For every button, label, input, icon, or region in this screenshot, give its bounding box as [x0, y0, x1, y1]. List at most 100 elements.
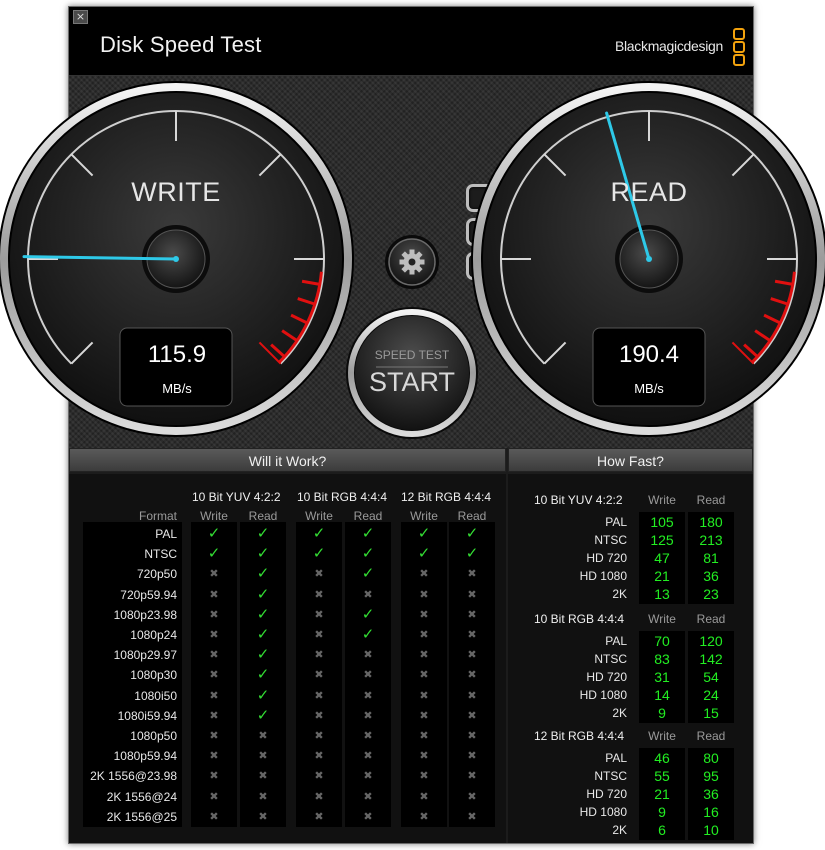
- read-column-header: Read: [696, 493, 726, 507]
- speed-group-header: 10 Bit YUV 4:2:2: [534, 493, 623, 507]
- cross-icon: ✖: [419, 769, 429, 783]
- write-speed-value: 21: [654, 568, 670, 584]
- format-label: 1080p30: [130, 668, 177, 683]
- format-label: 2K 1556@24: [106, 789, 177, 804]
- write-gauge-label: WRITE: [131, 177, 221, 207]
- check-icon: ✓: [361, 625, 375, 643]
- cross-icon: ✖: [258, 769, 268, 783]
- format-label: 1080p59.94: [113, 749, 177, 764]
- cross-icon: ✖: [209, 688, 219, 702]
- cross-icon: ✖: [314, 587, 324, 601]
- check-icon: ✓: [207, 524, 221, 542]
- cross-icon: ✖: [467, 809, 477, 823]
- write-speed-value: 55: [654, 768, 670, 784]
- cross-icon: ✖: [467, 708, 477, 722]
- cross-icon: ✖: [419, 607, 429, 621]
- write-speed-value: 9: [658, 705, 666, 721]
- write-speed-value: 83: [654, 651, 670, 667]
- format-label: 1080p23.98: [113, 607, 177, 622]
- write-column-header: Write: [648, 493, 676, 507]
- check-icon: ✓: [256, 584, 270, 603]
- cross-icon: ✖: [209, 668, 219, 682]
- app-title: Disk Speed Test: [100, 32, 262, 57]
- write-speed-value: 21: [654, 786, 670, 802]
- cross-icon: ✖: [467, 749, 477, 763]
- cross-icon: ✖: [258, 809, 268, 823]
- write-speed-value: 14: [654, 687, 670, 703]
- format-label: PAL: [155, 527, 177, 541]
- speed-format-label: NTSC: [594, 769, 627, 783]
- cross-icon: ✖: [363, 769, 373, 783]
- speed-format-label: HD 1080: [579, 805, 627, 819]
- speed-group-header: 10 Bit RGB 4:4:4: [534, 612, 625, 626]
- cross-icon: ✖: [314, 688, 324, 702]
- cross-icon: ✖: [363, 648, 373, 662]
- format-label: 2K 1556@23.98: [90, 769, 177, 784]
- cross-icon: ✖: [363, 749, 373, 763]
- check-icon: ✓: [256, 645, 270, 664]
- cross-icon: ✖: [314, 809, 324, 823]
- cross-icon: ✖: [467, 729, 477, 742]
- cross-icon: ✖: [419, 789, 429, 803]
- read-speed-value: 95: [703, 768, 719, 784]
- check-icon: ✓: [361, 604, 375, 623]
- write-speed-value: 47: [654, 550, 670, 566]
- cross-icon: ✖: [419, 708, 429, 722]
- cross-icon: ✖: [314, 648, 324, 662]
- read-speed-unit: MB/s: [634, 381, 664, 396]
- write-column-header: Write: [648, 729, 676, 743]
- brand-logo-icon: [733, 28, 745, 66]
- cross-icon: ✖: [258, 789, 268, 803]
- check-icon: ✓: [256, 604, 270, 623]
- cross-icon: ✖: [363, 729, 373, 742]
- brand-name: Blackmagicdesign: [614, 38, 723, 54]
- cross-icon: ✖: [209, 567, 219, 581]
- cross-icon: ✖: [419, 587, 429, 601]
- cross-icon: ✖: [363, 789, 373, 803]
- cross-icon: ✖: [209, 708, 219, 722]
- check-icon: ✓: [256, 544, 270, 563]
- cross-icon: ✖: [258, 729, 268, 742]
- cross-icon: ✖: [467, 587, 477, 601]
- check-icon: ✓: [207, 544, 221, 563]
- read-speed-value: 16: [703, 804, 719, 820]
- read-column-header: Read: [696, 612, 726, 626]
- speed-format-label: NTSC: [594, 652, 627, 666]
- speed-format-label: HD 720: [586, 551, 627, 565]
- write-speed-value: 9: [658, 804, 666, 820]
- format-label: 1080p29.97: [113, 648, 177, 663]
- cross-icon: ✖: [467, 789, 477, 803]
- close-icon[interactable]: ×: [73, 10, 88, 24]
- write-column-header: Write: [305, 509, 333, 523]
- cross-icon: ✖: [419, 729, 429, 742]
- check-icon: ✓: [312, 524, 326, 542]
- write-speed-value: 115.9: [147, 341, 207, 368]
- start-button-label[interactable]: START: [352, 367, 472, 398]
- gauge-redzone-tick: [774, 279, 794, 286]
- read-column-header: Read: [248, 509, 278, 523]
- read-speed-value: 24: [703, 687, 719, 703]
- gauge-redzone-tick: [754, 329, 771, 342]
- speed-format-label: PAL: [605, 515, 627, 529]
- check-icon: ✓: [417, 524, 431, 542]
- cross-icon: ✖: [209, 789, 219, 803]
- gear-icon[interactable]: [385, 235, 439, 289]
- cross-icon: ✖: [209, 769, 219, 783]
- format-label: 2K 1556@25: [106, 809, 177, 824]
- cross-icon: ✖: [467, 628, 477, 641]
- cross-icon: ✖: [314, 607, 324, 621]
- read-speed-value: 15: [703, 705, 719, 721]
- how-fast-table: 10 Bit YUV 4:2:2 Write Read PAL 105 180 NTSC 12…: [508, 474, 753, 843]
- will-it-work-header: Will it Work?: [69, 448, 506, 472]
- read-speed-value: 81: [703, 550, 719, 566]
- how-fast-header: How Fast?: [508, 448, 753, 472]
- cross-icon: ✖: [363, 809, 373, 823]
- title-bar: × Disk Speed Test Blackmagicdesign: [69, 7, 753, 76]
- dots-icon: [466, 184, 496, 286]
- cross-icon: ✖: [209, 729, 219, 742]
- cross-icon: ✖: [363, 688, 373, 702]
- format-label: 1080i50: [134, 688, 177, 703]
- format-column-header: Format: [138, 509, 177, 523]
- speed-group-header: 12 Bit RGB 4:4:4: [534, 729, 625, 743]
- speed-format-label: NTSC: [594, 533, 627, 547]
